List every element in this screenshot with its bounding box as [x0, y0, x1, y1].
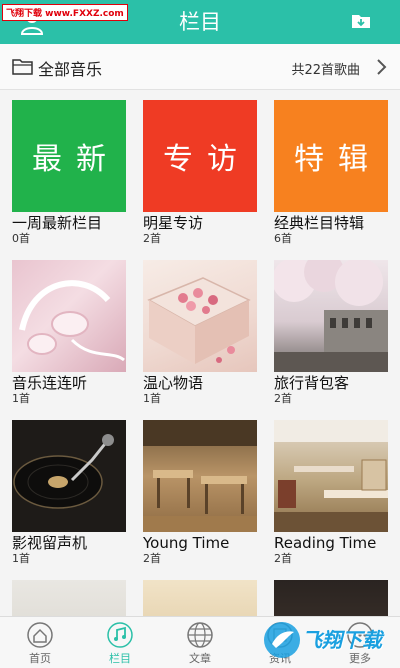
tile-text: 专访	[163, 142, 251, 177]
hearts-box-photo	[143, 260, 257, 372]
all-music-label: 全部音乐	[38, 60, 103, 79]
card-title: 经典栏目特辑	[274, 214, 365, 232]
card-title: 音乐连连听	[12, 374, 88, 392]
card-count: 2首	[274, 552, 292, 565]
card-interview[interactable]: 专访 明星专访 2首	[143, 100, 257, 246]
card-thumbnail	[274, 580, 388, 616]
home-icon	[27, 622, 53, 648]
all-music-bar[interactable]: 全部音乐 共22首歌曲	[0, 44, 400, 90]
card-count: 2首	[274, 392, 292, 405]
card-count: 6首	[274, 232, 292, 245]
card-title: 影视留声机	[12, 534, 88, 552]
tab-label: 首页	[29, 652, 51, 665]
card-title: Young Time	[143, 534, 230, 552]
tile-text: 特辑	[294, 142, 382, 177]
card-title: 一周最新栏目	[12, 214, 103, 232]
record-player-photo	[12, 420, 126, 532]
card-special[interactable]: 特辑 经典栏目特辑 6首	[274, 100, 388, 246]
card-title: 明星专访	[143, 214, 204, 232]
headphones-photo	[12, 260, 126, 372]
card-partial[interactable]	[274, 580, 388, 616]
card-count: 0首	[12, 232, 30, 245]
card-thumbnail	[12, 580, 126, 616]
card-reading-time[interactable]: Reading Time 2首	[274, 420, 388, 566]
card-backpacker[interactable]: 旅行背包客 2首	[274, 260, 388, 406]
card-latest[interactable]: 最新 一周最新栏目 0首	[12, 100, 126, 246]
card-title: 温心物语	[143, 374, 204, 392]
wing-logo-icon	[264, 622, 300, 658]
tab-articles[interactable]: 文章	[160, 617, 240, 668]
page-title: 栏目	[179, 10, 221, 34]
tab-label: 栏目	[109, 652, 131, 665]
card-title: 旅行背包客	[274, 374, 350, 392]
cafe-photo	[274, 420, 388, 532]
card-thumbnail: 特辑	[274, 100, 388, 212]
tab-home[interactable]: 首页	[0, 617, 80, 668]
folder-icon	[12, 59, 33, 75]
card-partial[interactable]	[143, 580, 257, 616]
download-folder-icon[interactable]	[350, 10, 372, 32]
globe-icon	[187, 622, 213, 648]
card-count: 2首	[143, 552, 161, 565]
card-partial[interactable]	[12, 580, 126, 616]
watermark-logo-text: 飞翔下载	[302, 628, 382, 652]
tab-columns[interactable]: 栏目	[80, 617, 160, 668]
classroom-photo	[143, 420, 257, 532]
card-count: 1首	[12, 552, 30, 565]
watermark-logo: 飞翔下载	[262, 618, 396, 664]
tile-text: 最新	[32, 142, 120, 177]
card-thumbnail	[143, 580, 257, 616]
music-note-icon	[107, 622, 133, 648]
card-count: 1首	[12, 392, 30, 405]
card-warm-words[interactable]: 温心物语 1首	[143, 260, 257, 406]
cherry-blossom-photo	[274, 260, 388, 372]
card-thumbnail: 最新	[12, 100, 126, 212]
card-thumbnail: 专访	[143, 100, 257, 212]
chevron-right-icon	[377, 59, 387, 75]
card-title: Reading Time	[274, 534, 377, 552]
song-count: 共22首歌曲	[291, 63, 360, 78]
top-bar: 飞翔下载 www.FXXZ.com 栏目	[0, 0, 400, 44]
tab-label: 文章	[189, 652, 211, 665]
card-count: 1首	[143, 392, 161, 405]
column-grid: 最新 一周最新栏目 0首 专访 明星专访 2首 特辑 经典栏目特辑 6首 音乐连…	[0, 90, 400, 616]
card-film-phonograph[interactable]: 影视留声机 1首	[12, 420, 126, 566]
card-count: 2首	[143, 232, 161, 245]
card-music-playlist[interactable]: 音乐连连听 1首	[12, 260, 126, 406]
card-young-time[interactable]: Young Time 2首	[143, 420, 257, 566]
